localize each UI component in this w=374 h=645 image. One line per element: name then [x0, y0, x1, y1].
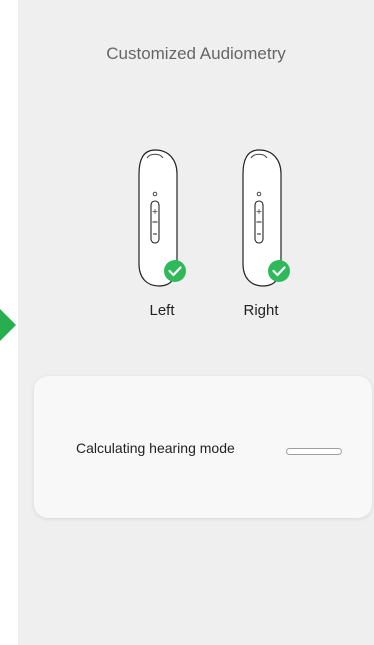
svg-text:+: +: [256, 207, 263, 216]
check-circle-icon: [268, 260, 290, 282]
right-device-label: Right: [243, 302, 279, 319]
check-circle-icon: [164, 260, 186, 282]
right-hearing-aid: +: [237, 146, 297, 291]
calculation-progress-bar: [286, 448, 342, 455]
audiometry-screen: Customized Audiometry + Left + Right Cal…: [18, 0, 374, 645]
side-arrow-indicator: [0, 309, 16, 341]
calculation-card: Calculating hearing mode: [34, 376, 372, 518]
svg-text:+: +: [152, 207, 159, 216]
page-title: Customized Audiometry: [106, 44, 286, 63]
left-hearing-aid: +: [133, 146, 193, 291]
left-device-label: Left: [149, 302, 175, 319]
calculating-status-text: Calculating hearing mode: [76, 440, 235, 456]
